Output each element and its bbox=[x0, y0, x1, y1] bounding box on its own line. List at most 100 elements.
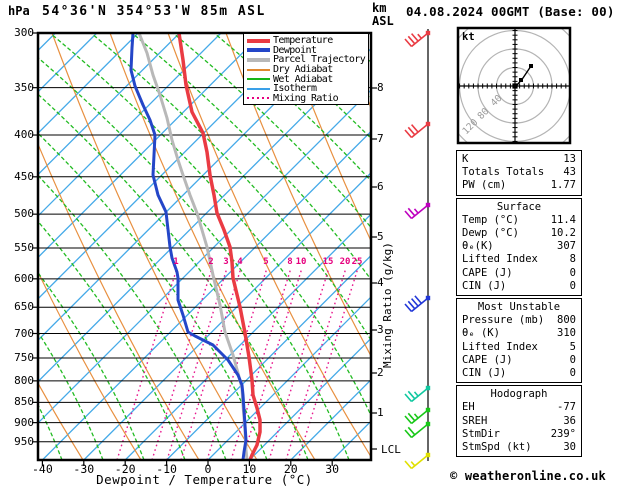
mixing-ratio-label: 4 bbox=[237, 257, 243, 267]
altitude-tick-label: 8 bbox=[377, 81, 384, 94]
table-header: Most Unstable bbox=[477, 301, 561, 314]
wind-barb-feather bbox=[407, 426, 416, 436]
table-row-label: CAPE (J) bbox=[462, 266, 513, 279]
wind-barb-feather bbox=[404, 38, 413, 48]
wind-barb-feather bbox=[404, 210, 413, 220]
table-row: EH -77 bbox=[462, 401, 576, 414]
wind-barb-shaft bbox=[410, 123, 429, 139]
wind-barb-level-marker bbox=[425, 30, 431, 36]
wind-barb-shaft bbox=[410, 204, 429, 220]
table-row-value: 0 bbox=[569, 266, 576, 279]
wind-barb-level-marker bbox=[425, 407, 431, 413]
table-row-value: 8 bbox=[569, 253, 576, 266]
pressure-tick-label: 600 bbox=[14, 271, 34, 285]
table-row-value: 10.2 bbox=[550, 227, 576, 240]
table-row-value: 13 bbox=[563, 153, 576, 165]
table-row: StmDir 239° bbox=[462, 428, 576, 441]
indices-tables: K 13 Totals Totals 43 PW (cm) 1.77 Surface Temp… bbox=[456, 150, 582, 459]
wind-barb-feather bbox=[407, 35, 416, 45]
wind-barb-feather bbox=[410, 33, 419, 42]
altitude-tick-label: 6 bbox=[377, 180, 384, 193]
wind-barb-feather bbox=[404, 303, 413, 313]
wind-barb-feather bbox=[414, 295, 423, 304]
legend-row: Mixing Ratio bbox=[247, 93, 368, 103]
wind-barb-half-feather bbox=[413, 413, 419, 419]
dry-adiabat-line bbox=[574, 33, 629, 460]
table-header: Surface bbox=[496, 200, 542, 213]
hodograph-ring-label: 120 bbox=[460, 117, 480, 137]
table-row: SREH 36 bbox=[462, 415, 576, 428]
wind-barb-feather bbox=[404, 460, 413, 470]
table-row: Totals Totals 43 bbox=[462, 166, 576, 179]
mixing-ratio-label: 1 bbox=[173, 257, 179, 267]
hodograph-trace-marker bbox=[519, 78, 523, 82]
datetime-label: 04.08.2024 00GMT (Base: 00) bbox=[406, 4, 615, 19]
legend-label: Temperature bbox=[273, 35, 333, 47]
table-row-value: 0 bbox=[569, 279, 576, 292]
mixing-ratio-label: 10 bbox=[295, 257, 307, 267]
pressure-tick-label: 550 bbox=[14, 240, 34, 254]
indices-table-surface: Surface Temp (°C) 11.4 Dewp (°C) 10.2 θₑ(K) 30… bbox=[456, 197, 582, 297]
table-row-label: Dewp (°C) bbox=[462, 227, 519, 240]
wind-barb-feather bbox=[404, 393, 413, 403]
table-row-label: EH bbox=[462, 401, 475, 414]
table-row-label: Pressure (mb) bbox=[462, 314, 545, 327]
wind-barb-feather bbox=[407, 390, 416, 400]
pressure-tick-label: 800 bbox=[14, 373, 34, 387]
altitude-tick-label: 7 bbox=[377, 132, 384, 145]
wind-barb-half-feather bbox=[413, 208, 419, 214]
wind-barb-level-marker bbox=[425, 121, 431, 127]
mixing-ratio-line bbox=[297, 267, 359, 460]
table-row-value: 0 bbox=[569, 367, 576, 380]
table-row: Pressure (mb) 800 bbox=[462, 314, 576, 327]
table-row-value: 307 bbox=[557, 240, 576, 253]
watermark: © weatheronline.co.uk bbox=[450, 469, 606, 483]
altitude-unit-label: km ASL bbox=[372, 2, 394, 28]
table-row-label: PW (cm) bbox=[462, 179, 507, 192]
dry-adiabat-line bbox=[51, 33, 258, 460]
table-row-value: 30 bbox=[563, 441, 576, 454]
wind-barb-shaft bbox=[410, 297, 429, 313]
legend-label: Isotherm bbox=[273, 83, 317, 95]
table-row: CAPE (J) 0 bbox=[462, 354, 576, 367]
table-row-label: StmSpd (kt) bbox=[462, 441, 532, 454]
wind-barb-level-marker bbox=[425, 385, 431, 391]
wind-barb-half-feather bbox=[417, 33, 423, 39]
table-row-value: 800 bbox=[557, 314, 576, 327]
table-row: CAPE (J) 0 bbox=[462, 267, 576, 280]
altitude-unit-asl: ASL bbox=[372, 14, 394, 28]
hodograph-unit-label: kt bbox=[462, 31, 475, 43]
wind-barb-half-feather bbox=[413, 391, 419, 397]
table-row-label: Lifted Index bbox=[462, 253, 538, 266]
pressure-tick-label: 750 bbox=[14, 350, 34, 364]
table-row-value: 1.77 bbox=[550, 179, 576, 192]
altitude-tick-label: 1 bbox=[377, 406, 384, 419]
legend-swatch-thin bbox=[247, 87, 270, 90]
mixing-ratio-line bbox=[285, 267, 347, 460]
wind-barb-feather bbox=[410, 124, 419, 133]
wind-barb-feather bbox=[404, 429, 413, 439]
wind-barb-feather bbox=[407, 207, 416, 217]
legend-swatch-thick bbox=[247, 38, 270, 43]
legend-swatch-thick bbox=[247, 57, 270, 62]
table-row-label: θₑ(K) bbox=[462, 240, 494, 253]
wind-barb-shaft bbox=[410, 32, 429, 48]
table-row-value: 5 bbox=[569, 340, 576, 353]
mixing-ratio-label: 5 bbox=[263, 257, 269, 267]
table-row: θₑ (K) 310 bbox=[462, 327, 576, 340]
table-row-label: Temp (°C) bbox=[462, 213, 519, 226]
wind-barb-shaft bbox=[410, 423, 429, 439]
wind-barb-shaft bbox=[410, 387, 429, 403]
pressure-unit-label: hPa bbox=[8, 4, 30, 18]
wind-barb-level-marker bbox=[425, 295, 431, 301]
wind-barb-feather bbox=[407, 412, 416, 422]
hodograph-trace-marker bbox=[512, 83, 518, 89]
pressure-tick-label: 900 bbox=[14, 415, 34, 429]
table-row: PW (cm) 1.77 bbox=[462, 179, 576, 192]
wind-barb-feather bbox=[410, 298, 419, 307]
legend-swatch-thick bbox=[247, 48, 270, 53]
legend-swatch-dotted bbox=[247, 97, 270, 100]
indices-table-most-unstable: Most Unstable Pressure (mb) 800 θₑ (K) 310 Li… bbox=[456, 298, 582, 384]
wind-barb-feather bbox=[407, 300, 416, 310]
table-row-value: -77 bbox=[557, 401, 576, 414]
